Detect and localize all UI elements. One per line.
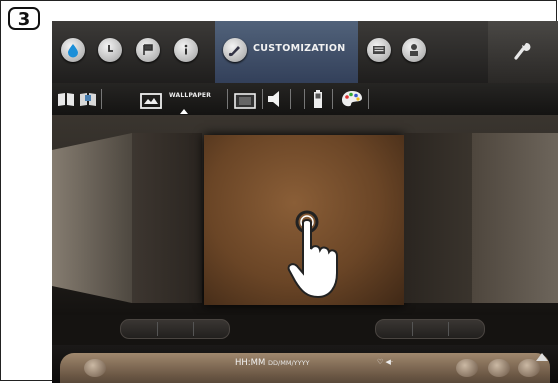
wallpaper-icon[interactable] — [140, 91, 162, 111]
wallpaper-thumbnail[interactable] — [404, 133, 474, 303]
left-control-bar[interactable] — [120, 319, 230, 339]
expand-caret-icon[interactable] — [536, 353, 548, 361]
separator — [368, 89, 369, 109]
settings-tab[interactable] — [488, 21, 558, 83]
tab-customization-label: CUSTOMIZATION — [253, 43, 346, 54]
tab-customization[interactable]: CUSTOMIZATION — [215, 21, 358, 83]
wrench-icon — [514, 42, 531, 60]
screen-icon[interactable] — [234, 91, 256, 111]
separator — [101, 89, 102, 109]
wallpaper-thumbnail-previous[interactable] — [52, 133, 132, 303]
left-knob — [84, 359, 106, 377]
battery-icon[interactable] — [312, 89, 324, 109]
separator — [262, 89, 263, 109]
status-date: DD/MM/YYYY — [268, 359, 310, 367]
wallpaper-thumbnail[interactable] — [132, 133, 202, 303]
status-time-date: HH:MM DD/MM/YYYY — [235, 358, 310, 368]
separator — [290, 89, 291, 109]
status-bar: HH:MM DD/MM/YYYY ♡ ◀· — [52, 345, 558, 383]
knob — [488, 359, 510, 377]
info-icon[interactable] — [174, 38, 198, 62]
separator — [304, 89, 305, 109]
carousel-controls — [52, 315, 558, 345]
wallpaper-carousel[interactable] — [52, 115, 558, 315]
chef-icon[interactable] — [402, 38, 426, 62]
device-screen: CUSTOMIZATION WALLPAPER HH:MM DD/MM/YYYY… — [52, 21, 558, 383]
status-time: HH:MM — [235, 358, 266, 368]
tap-gesture-icon — [287, 210, 338, 299]
right-control-bar[interactable] — [375, 319, 485, 339]
step-number-badge: 3 — [8, 7, 40, 30]
flag-icon[interactable] — [136, 38, 160, 62]
figure-frame: 3 CUSTOMIZATION WALLPAPER HH:MM DD/MM/YY… — [0, 0, 558, 383]
book-open-icon[interactable] — [78, 89, 98, 109]
top-nav: CUSTOMIZATION — [52, 21, 558, 84]
water-drop-icon[interactable] — [61, 38, 85, 62]
palette-icon[interactable] — [340, 89, 364, 109]
separator — [227, 89, 228, 109]
knob — [518, 359, 540, 377]
brush-icon — [223, 38, 247, 62]
sub-toolbar: WALLPAPER — [52, 83, 558, 115]
active-tab-caret — [180, 109, 188, 114]
wallpaper-thumbnail-next[interactable] — [472, 133, 558, 303]
wallpaper-tab-label: WALLPAPER — [169, 92, 212, 99]
status-icons: ♡ ◀· — [377, 358, 394, 366]
keyboard-icon[interactable] — [367, 38, 391, 62]
clock-icon[interactable] — [98, 38, 122, 62]
speaker-icon[interactable] — [266, 89, 288, 109]
separator — [332, 89, 333, 109]
book-icon[interactable] — [56, 89, 76, 109]
knob — [456, 359, 478, 377]
